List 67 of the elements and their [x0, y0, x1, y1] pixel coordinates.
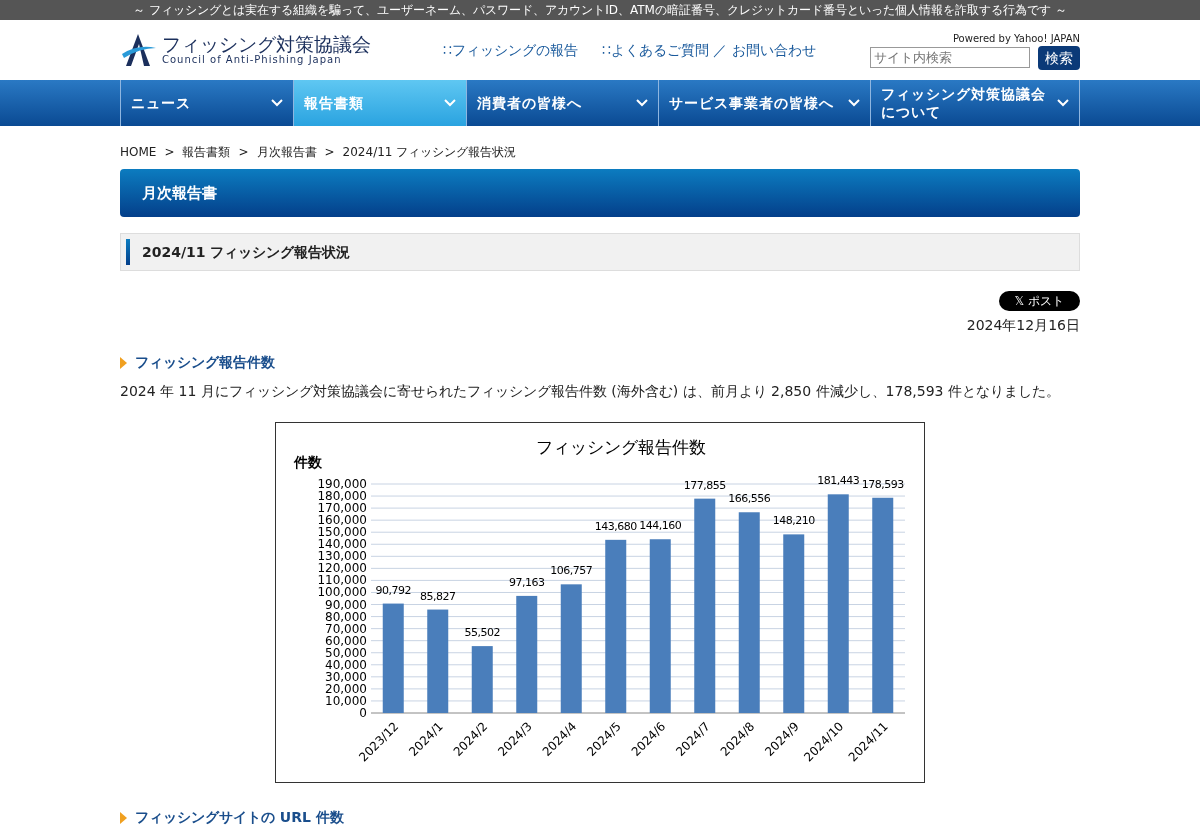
- article-title: 2024/11 フィッシング報告状況: [142, 242, 351, 262]
- nav-tab[interactable]: 消費者の皆様へ: [466, 80, 658, 126]
- y-tick-label: 140,000: [317, 537, 367, 552]
- value-label: 106,757: [550, 564, 593, 578]
- y-tick-label: 0: [359, 706, 367, 720]
- chevron-down-icon: [271, 99, 283, 107]
- value-label: 55,502: [464, 626, 500, 640]
- section-heading: フィッシング報告件数: [135, 353, 275, 372]
- value-label: 177,855: [683, 478, 726, 492]
- breadcrumb-item[interactable]: 月次報告書: [256, 143, 317, 161]
- y-tick-label: 160,000: [317, 513, 367, 528]
- bullet-triangle-icon: [120, 356, 127, 369]
- y-tick-label: 40,000: [325, 657, 367, 672]
- breadcrumb-separator: >: [324, 144, 335, 161]
- y-tick-label: 60,000: [325, 633, 367, 648]
- summary-paragraph: 2024 年 11 月にフィッシング対策協議会に寄せられたフィッシング報告件数 (海外含む) は、前月より 2,850 件減少し、178,593 件となりました。: [120, 382, 1061, 401]
- breadcrumb-separator: >: [238, 144, 249, 161]
- post-button[interactable]: 𝕏 ポスト: [998, 291, 1080, 311]
- logo-title: フィッシング対策協議会: [162, 33, 371, 55]
- section-heading: フィッシングサイトの URL 件数: [135, 808, 344, 827]
- value-label: 90,792: [375, 583, 411, 597]
- y-tick-label: 110,000: [317, 573, 367, 588]
- y-tick-label: 30,000: [325, 669, 367, 684]
- chevron-down-icon: [1057, 99, 1069, 107]
- page-title: 月次報告書: [142, 182, 217, 204]
- nav-tab[interactable]: フィッシング対策協議会について: [870, 80, 1080, 126]
- y-axis-title: 件数: [294, 454, 322, 470]
- value-label: 181,443: [817, 474, 860, 488]
- value-label: 144,160: [639, 519, 682, 533]
- y-tick-label: 80,000: [325, 609, 367, 624]
- y-tick-label: 120,000: [317, 561, 367, 576]
- y-tick-label: 100,000: [317, 585, 367, 600]
- value-label: 148,210: [772, 514, 815, 528]
- date-text: 2024年12月16日: [965, 316, 1080, 335]
- chevron-down-icon: [444, 99, 456, 107]
- chart-title: フィッシング報告件数: [536, 437, 706, 457]
- tagline-banner: ～ フィッシングとは実在する組織を騙って、ユーザーネーム、パスワード、アカウントID、ATMの暗証番号、クレジットカード番号といった個人情報を詐取する行為です ～: [0, 0, 1200, 20]
- value-label: 97,163: [509, 575, 545, 589]
- logo-subtitle: Council of Anti-Phishing Japan: [162, 54, 343, 67]
- y-tick-label: 70,000: [325, 621, 367, 636]
- header-link[interactable]: ∷フィッシングの報告: [443, 39, 578, 61]
- breadcrumb-separator: >: [164, 144, 175, 161]
- bullet-triangle-icon: [120, 811, 127, 824]
- value-label: 143,680: [594, 519, 637, 533]
- breadcrumb-item: 2024/11 フィッシング報告状況: [342, 144, 517, 161]
- y-tick-label: 130,000: [317, 549, 367, 564]
- value-label: 166,556: [728, 492, 771, 506]
- breadcrumb-item[interactable]: HOME: [120, 143, 157, 161]
- value-label: 85,827: [420, 589, 456, 603]
- powered-by-text: Powered by Yahoo! JAPAN: [951, 31, 1080, 46]
- chevron-down-icon: [636, 99, 648, 107]
- y-tick-label: 10,000: [325, 693, 367, 708]
- nav-tab[interactable]: サービス事業者の皆様へ: [658, 80, 870, 126]
- header-link[interactable]: ∷よくあるご質問 ／ お問い合わせ: [601, 39, 816, 61]
- search-field[interactable]: サイト内検索: [870, 47, 1030, 68]
- y-tick-label: 90,000: [325, 597, 367, 612]
- y-tick-label: 50,000: [325, 645, 367, 660]
- y-tick-label: 190,000: [317, 477, 367, 491]
- chevron-down-icon: [848, 99, 860, 107]
- y-tick-label: 150,000: [317, 525, 367, 540]
- breadcrumb-item[interactable]: 報告書類: [182, 143, 231, 161]
- y-tick-label: 20,000: [325, 681, 367, 696]
- value-label: 178,593: [861, 477, 904, 491]
- bar: [471, 646, 493, 713]
- search-button[interactable]: 検索: [1038, 45, 1080, 70]
- y-tick-label: 170,000: [317, 501, 367, 516]
- y-tick-label: 180,000: [317, 489, 367, 504]
